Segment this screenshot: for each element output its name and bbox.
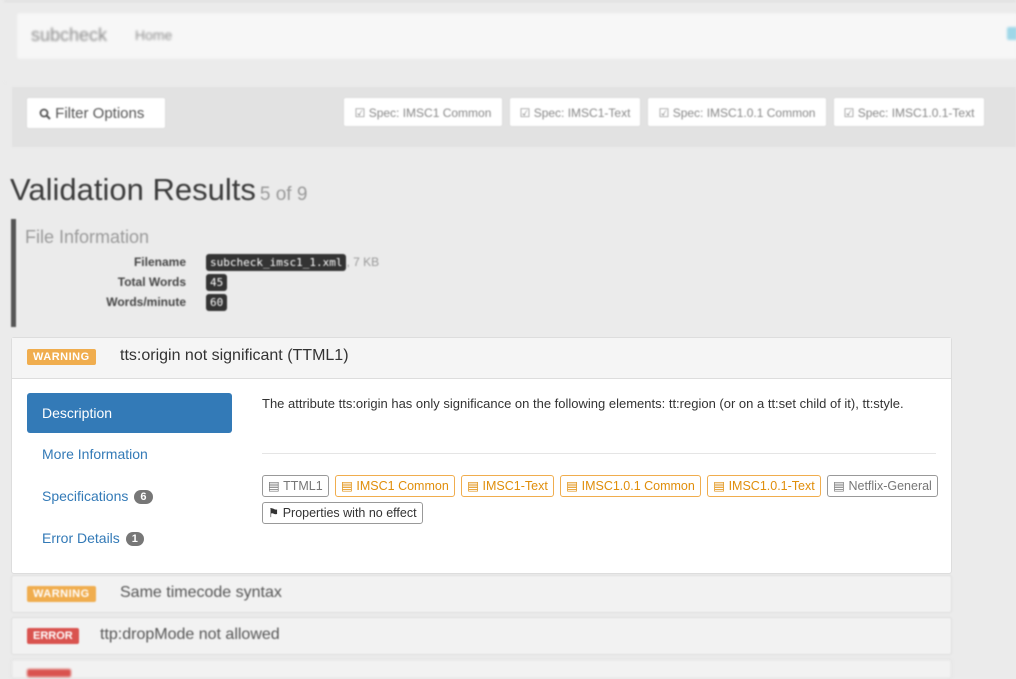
total-words-value: 45 [206, 274, 228, 291]
tag-label: IMSC1.0.1-Text [728, 479, 815, 493]
issue-title: tts:origin not significant (TTML1) [120, 347, 349, 364]
tag-properties-no-effect[interactable]: ⚑ Properties with no effect [262, 502, 423, 524]
tab-error-details-label: Error Details [42, 530, 120, 546]
wpm-value: 60 [206, 294, 228, 311]
spec-toggle-imsc101-text[interactable]: ☑ Spec: IMSC1.0.1-Text [833, 97, 985, 127]
tag-icon: ⚑ [268, 506, 280, 520]
nav-home-link[interactable]: Home [135, 27, 172, 43]
tag-label: IMSC1 Common [356, 479, 449, 493]
checkbox-icon: ☑ [519, 106, 531, 120]
tag-label: IMSC1-Text [482, 479, 548, 493]
tab-description[interactable]: Description [27, 393, 232, 433]
tab-specifications[interactable]: Specifications 6 [42, 488, 153, 504]
issue-panel: WARNING tts:origin not significant (TTML… [11, 337, 952, 574]
warning-badge: WARNING [27, 349, 96, 365]
issue-panel-header[interactable]: WARNING tts:origin not significant (TTML… [12, 338, 951, 379]
page-title-text: Validation Results [10, 172, 256, 207]
spec-label: Spec: IMSC1.0.1-Text [857, 106, 975, 120]
spec-toggle-imsc1-common[interactable]: ☑ Spec: IMSC1 Common [343, 97, 503, 127]
book-icon: ▤ [833, 479, 845, 493]
filter-bar: Filter Options ☑ Spec: IMSC1 Common ☑ Sp… [12, 87, 1016, 147]
tab-error-details[interactable]: Error Details 1 [42, 530, 144, 546]
divider [262, 453, 936, 454]
total-words-label: Total Words [117, 275, 186, 289]
file-size: , 7 KB [346, 255, 380, 269]
error-badge [27, 669, 71, 677]
tag-imsc1-common[interactable]: ▤ IMSC1 Common [335, 475, 455, 497]
tag-netflix-general[interactable]: ▤ Netflix-General [827, 475, 938, 497]
filename-label: Filename [133, 255, 186, 269]
file-information: File Information Filename subcheck_imsc1… [11, 219, 516, 327]
tag-label: IMSC1.0.1 Common [581, 479, 695, 493]
spec-label: Spec: IMSC1.0.1 Common [672, 106, 816, 120]
tag-label: Properties with no effect [282, 506, 417, 520]
specifications-count-badge: 6 [134, 490, 153, 504]
filter-options-label: Filter Options [55, 105, 145, 122]
book-icon: ▤ [341, 479, 353, 493]
book-icon: ▤ [268, 479, 280, 493]
file-info-heading: File Information [25, 227, 150, 247]
book-icon: ▤ [467, 479, 480, 493]
error-badge: ERROR [27, 628, 79, 644]
checkbox-icon: ☑ [843, 106, 855, 120]
issue-title: Same timecode syntax [120, 584, 282, 601]
filter-options-button[interactable]: Filter Options [26, 97, 166, 129]
brand-logo[interactable]: subcheck [31, 25, 107, 46]
wpm-label: Words/minute [106, 295, 186, 309]
result-count: 5 of 9 [259, 184, 308, 205]
checkbox-icon: ☑ [354, 106, 366, 120]
mail-icon[interactable] [1007, 27, 1016, 40]
filename-value: subcheck_imsc1_1.xml [206, 254, 347, 271]
spec-label: Spec: IMSC1 Common [368, 106, 492, 120]
issue-panel-collapsed[interactable]: ERROR ttp:dropMode not allowed [11, 617, 952, 655]
top-navigation: subcheck Home [4, 0, 1016, 82]
tag-label: TTML1 [283, 479, 323, 493]
issue-panel-collapsed[interactable]: WARNING Same timecode syntax [11, 575, 952, 613]
book-icon: ▤ [566, 479, 579, 493]
navbar: subcheck Home [16, 12, 1016, 60]
tag-label: Netflix-General [848, 479, 932, 493]
page-title: Validation Results 5 of 9 [10, 172, 307, 208]
tag-list: ▤ TTML1 ▤ IMSC1 Common ▤ IMSC1-Text ▤ IM… [262, 475, 942, 529]
spec-label: Spec: IMSC1-Text [533, 106, 631, 120]
tag-imsc1-text[interactable]: ▤ IMSC1-Text [461, 475, 554, 497]
tab-more-information[interactable]: More Information [42, 446, 148, 462]
spec-toggle-imsc101-common[interactable]: ☑ Spec: IMSC1.0.1 Common [647, 97, 827, 127]
tag-imsc101-common[interactable]: ▤ IMSC1.0.1 Common [560, 475, 701, 497]
book-icon: ▤ [713, 479, 726, 493]
issue-title: ttp:dropMode not allowed [100, 626, 280, 643]
search-icon [39, 105, 55, 122]
error-details-count-badge: 1 [125, 532, 144, 546]
tag-imsc101-text[interactable]: ▤ IMSC1.0.1-Text [707, 475, 821, 497]
issue-panel-collapsed-partial[interactable] [11, 659, 952, 679]
checkbox-icon: ☑ [658, 106, 670, 120]
issue-description: The attribute tts:origin has only signif… [262, 396, 904, 411]
warning-badge: WARNING [27, 586, 96, 602]
tag-ttml1[interactable]: ▤ TTML1 [262, 475, 329, 497]
spec-toggle-imsc1-text[interactable]: ☑ Spec: IMSC1-Text [509, 97, 641, 127]
tab-specifications-label: Specifications [42, 488, 129, 504]
